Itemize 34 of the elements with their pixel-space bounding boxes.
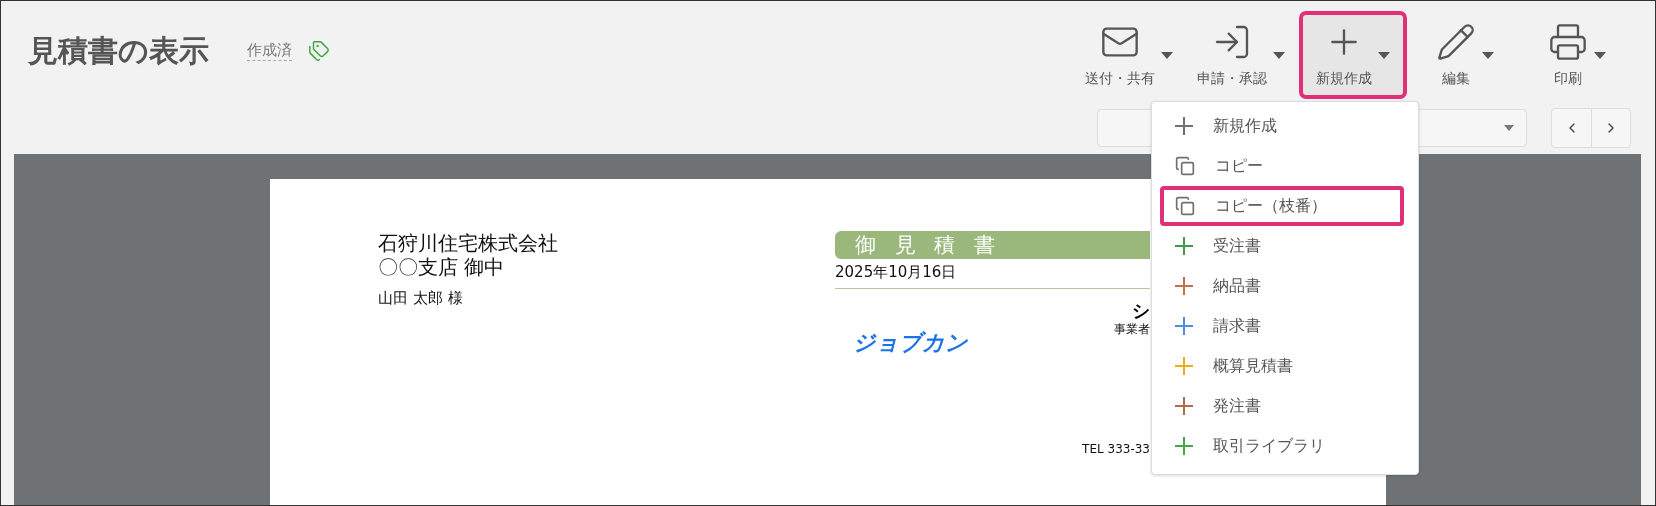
menu-item[interactable]: 発注書	[1160, 386, 1404, 426]
toolbar-button[interactable]: 新規作成	[1299, 11, 1407, 99]
menu-item[interactable]: 受注書	[1160, 226, 1404, 266]
recipient-person: 山田 太郎 様	[378, 289, 464, 308]
page-title: 見積書の表示	[28, 31, 209, 70]
toolbar-button[interactable]: 編集	[1411, 11, 1519, 99]
tag-icon[interactable]	[308, 40, 330, 62]
toolbar-button[interactable]: 送付・共有	[1075, 11, 1183, 99]
caret-icon	[1273, 51, 1285, 59]
toolbar-button[interactable]: 申請・承認	[1187, 11, 1295, 99]
caret-icon	[1161, 51, 1173, 59]
recipient-company: 石狩川住宅株式会社	[378, 231, 559, 255]
document-title: 御 見 積 書	[835, 231, 1150, 259]
menu-item[interactable]: 納品書	[1160, 266, 1404, 306]
recipient-branch: 〇〇支店 御中	[378, 255, 506, 279]
menu-item[interactable]: 新規作成	[1160, 106, 1404, 146]
issuer-tel: TEL 333-33	[1082, 442, 1150, 456]
caret-icon	[1482, 51, 1494, 59]
status-label[interactable]: 作成済	[247, 41, 292, 61]
printer-icon	[1548, 22, 1588, 62]
company-logo: ジョブカン	[853, 329, 968, 357]
issuer-name: シ	[1132, 301, 1150, 321]
menu-item[interactable]: 取引ライブラリ	[1160, 426, 1404, 466]
menu-item[interactable]: コピー（枝番）	[1160, 186, 1404, 226]
pencil-icon	[1436, 22, 1476, 62]
menu-item[interactable]: 請求書	[1160, 306, 1404, 346]
menu-item[interactable]: 概算見積書	[1160, 346, 1404, 386]
caret-icon	[1378, 51, 1390, 59]
caret-icon	[1504, 124, 1514, 131]
document-date: 2025年10月16日	[835, 263, 1150, 289]
caret-icon	[1594, 51, 1606, 59]
issuer-label: 事業者	[1114, 321, 1150, 338]
toolbar-button[interactable]: 印刷	[1523, 11, 1631, 99]
menu-item[interactable]: コピー	[1160, 146, 1404, 186]
